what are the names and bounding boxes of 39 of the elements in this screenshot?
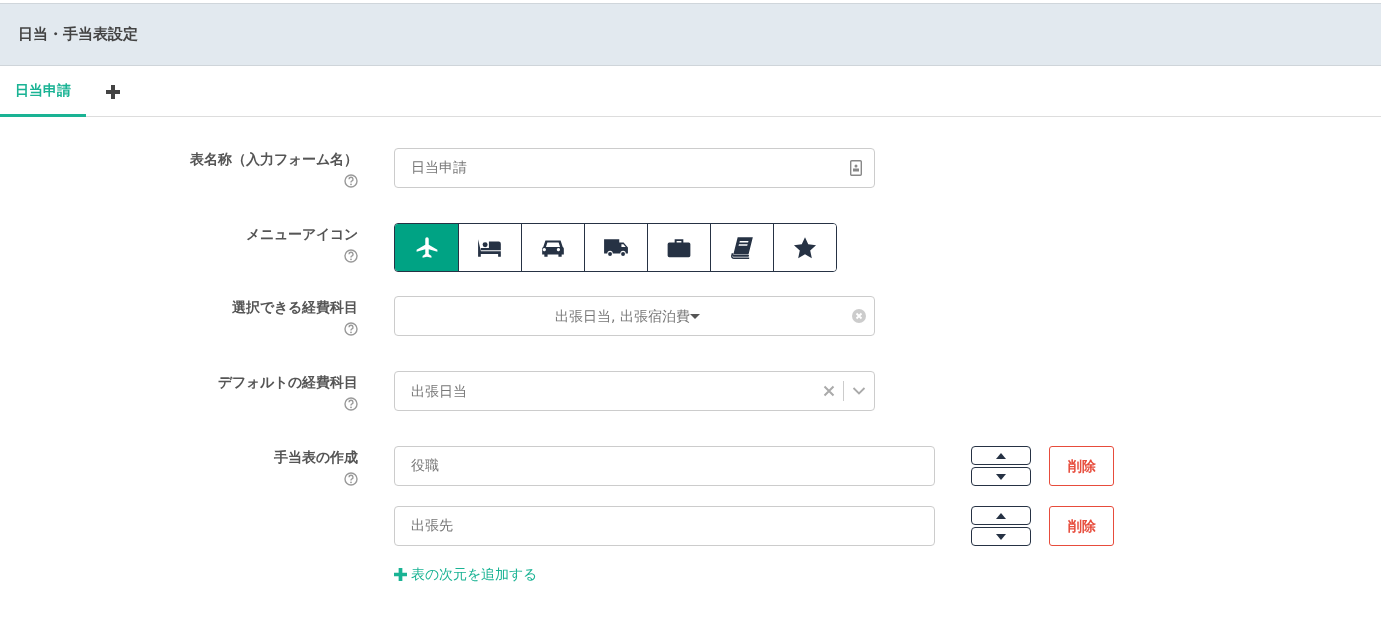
move-down-button[interactable] [971, 527, 1031, 546]
field-label: 手当表の作成 [273, 448, 358, 467]
field-label: 表名称（入力フォーム名） [189, 150, 358, 169]
text-field[interactable]: 日当申請 [394, 148, 875, 188]
select-value: 出張日当, 出張宿泊費 [403, 305, 852, 327]
delete-button[interactable]: 削除 [1049, 506, 1114, 546]
caret-icon [689, 313, 700, 320]
icon-option-button[interactable] [773, 224, 836, 271]
contact-card-icon [850, 160, 862, 176]
page-title: 日当・手当表設定 [18, 24, 138, 46]
caret-up-icon [996, 512, 1006, 519]
help-icon [344, 249, 358, 263]
text-field[interactable]: 役職 [394, 446, 935, 486]
caret-up-icon [996, 452, 1006, 459]
tab[interactable]: 日当申請 [0, 66, 86, 117]
select-field[interactable]: 出張日当 [394, 371, 875, 411]
field-label: メニューアイコン [245, 225, 358, 244]
plus-icon [394, 568, 407, 581]
move-down-button[interactable] [971, 467, 1031, 486]
clear-icon [823, 385, 835, 397]
help-icon [344, 397, 358, 411]
multi-select[interactable]: 出張日当, 出張宿泊費 [394, 296, 875, 336]
select-value: 出張日当 [411, 381, 468, 401]
help-icon [344, 322, 358, 336]
help-icon [344, 472, 358, 486]
delete-button[interactable]: 削除 [1049, 446, 1114, 486]
caret-down-icon [996, 473, 1006, 480]
move-up-button[interactable] [971, 506, 1031, 525]
add-dimension-link[interactable]: 表の次元を追加する [394, 564, 537, 585]
field-label: デフォルトの経費科目 [217, 373, 358, 392]
text-field[interactable]: 出張先 [394, 506, 935, 546]
help-icon [344, 174, 358, 188]
plus-icon [106, 85, 120, 99]
caret-down-icon [996, 533, 1006, 540]
field-label: 選択できる経費科目 [231, 298, 358, 317]
move-up-button[interactable] [971, 446, 1031, 465]
book-icon [729, 234, 755, 261]
chevron-down-icon [852, 386, 866, 396]
clear-icon [852, 309, 866, 323]
